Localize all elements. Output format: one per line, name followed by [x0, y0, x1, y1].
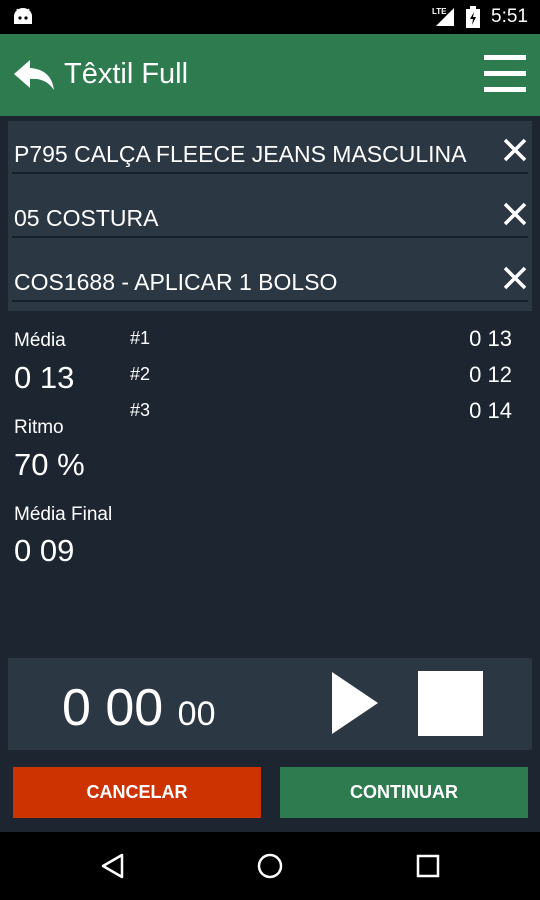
field-operation-label: COS1688 - APLICAR 1 BOLSO — [14, 269, 338, 295]
close-icon[interactable] — [502, 137, 528, 163]
media-label: Média — [14, 330, 66, 351]
signal-icon — [436, 8, 454, 26]
media-final-label: Média Final — [14, 504, 113, 525]
close-icon[interactable] — [502, 265, 528, 291]
nav-home-icon[interactable] — [256, 852, 284, 880]
record-3-label: #3 — [130, 400, 151, 420]
close-icon[interactable] — [502, 201, 528, 227]
nav-recents-icon[interactable] — [416, 854, 440, 878]
back-arrow-icon[interactable] — [12, 58, 56, 92]
record-2-value: 0 12 — [469, 362, 512, 387]
field-sector[interactable]: 05 COSTURA — [8, 185, 532, 248]
divider — [12, 300, 528, 302]
android-icon — [14, 8, 32, 24]
play-icon[interactable] — [330, 670, 380, 736]
record-1-value: 0 13 — [469, 326, 512, 351]
battery-icon — [466, 6, 480, 28]
divider — [12, 172, 528, 174]
record-1-label: #1 — [130, 328, 151, 348]
field-product-label: P795 CALÇA FLEECE JEANS MASCULINA — [14, 141, 467, 167]
app-title: Têxtil Full — [64, 58, 189, 90]
media-final-value: 0 09 — [14, 533, 75, 568]
divider — [12, 236, 528, 238]
record-3-value: 0 14 — [469, 398, 512, 423]
app-bar: Têxtil Full — [0, 34, 540, 116]
field-product[interactable]: P795 CALÇA FLEECE JEANS MASCULINA — [8, 121, 532, 184]
ritmo-label: Ritmo — [14, 417, 64, 438]
timer-panel: 0 00 00 — [8, 658, 532, 750]
media-value: 0 13 — [14, 360, 75, 395]
cancel-button[interactable]: CANCELAR — [13, 767, 261, 818]
selection-fields: P795 CALÇA FLEECE JEANS MASCULINA 05 COS… — [8, 121, 532, 311]
continue-button[interactable]: CONTINUAR — [280, 767, 528, 818]
record-2-label: #2 — [130, 364, 151, 384]
field-sector-label: 05 COSTURA — [14, 205, 159, 231]
status-bar: LTE 5:51 — [0, 0, 540, 34]
menu-icon[interactable] — [484, 54, 526, 94]
timer-ms: 00 — [177, 695, 216, 733]
field-operation[interactable]: COS1688 - APLICAR 1 BOLSO — [8, 249, 532, 312]
clock: 5:51 — [491, 6, 528, 27]
nav-back-icon[interactable] — [100, 853, 126, 879]
timer-main: 0 00 — [62, 679, 164, 737]
nav-bar — [0, 832, 540, 900]
ritmo-value: 70 % — [14, 447, 85, 482]
timer-display: 0 00 00 — [62, 678, 216, 738]
stop-icon[interactable] — [418, 671, 483, 736]
